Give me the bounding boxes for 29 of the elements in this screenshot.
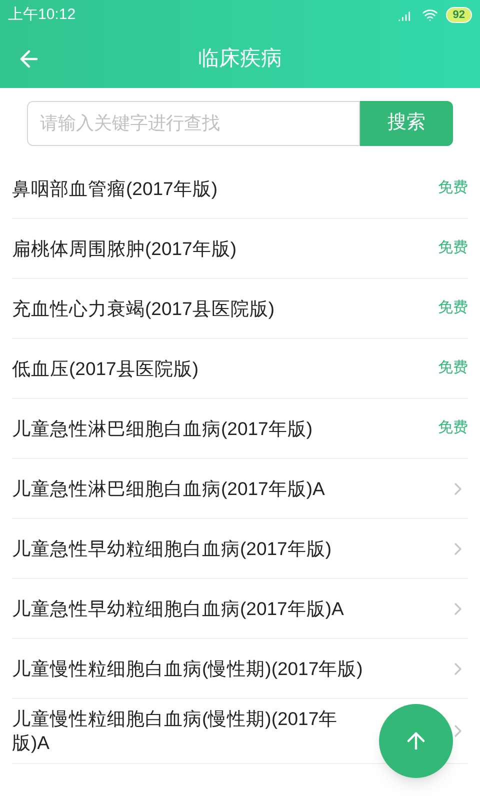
item-title: 儿童急性淋巴细胞白血病(2017年版)A bbox=[12, 476, 325, 500]
item-title: 儿童慢性粒细胞白血病(慢性期)(2017年版) bbox=[12, 656, 363, 680]
free-label: 免费 bbox=[438, 418, 468, 438]
item-title: 扁桃体周围脓肿(2017年版) bbox=[12, 236, 236, 260]
item-title: 低血压(2017县医院版) bbox=[12, 356, 198, 380]
item-title: 鼻咽部血管瘤(2017年版) bbox=[12, 176, 218, 200]
list-item[interactable]: 儿童急性早幼粒细胞白血病(2017年版) bbox=[12, 519, 468, 579]
list-item[interactable]: 儿童慢性粒细胞白血病(慢性期)(2017年版) bbox=[12, 639, 468, 699]
list-item[interactable]: 鼻咽部血管瘤(2017年版) 免费 bbox=[12, 159, 468, 219]
search-field[interactable]: 请输入关键字进行查找 bbox=[27, 101, 360, 146]
free-label: 免费 bbox=[438, 238, 468, 258]
battery-indicator: 92 bbox=[446, 7, 472, 23]
item-title: 儿童急性早幼粒细胞白血病(2017年版)A bbox=[12, 596, 344, 620]
wifi-icon bbox=[422, 7, 438, 23]
free-label: 免费 bbox=[438, 358, 468, 378]
item-title: 儿童慢性粒细胞白血病(慢性期)(2017年版)A bbox=[12, 707, 339, 755]
page-title: 临床疾病 bbox=[198, 46, 282, 72]
status-time: 上午10:12 bbox=[8, 4, 76, 25]
item-title: 充血性心力衰竭(2017县医院版) bbox=[12, 296, 274, 320]
list-item[interactable]: 儿童急性早幼粒细胞白血病(2017年版)A bbox=[12, 579, 468, 639]
list-item[interactable]: 儿童急性淋巴细胞白血病(2017年版)A bbox=[12, 459, 468, 519]
list-item[interactable]: 儿童急性淋巴细胞白血病(2017年版) 免费 bbox=[12, 399, 468, 459]
list-item[interactable]: 低血压(2017县医院版) 免费 bbox=[12, 339, 468, 399]
free-label: 免费 bbox=[438, 178, 468, 198]
list-item[interactable]: 充血性心力衰竭(2017县医院版) 免费 bbox=[12, 279, 468, 339]
item-title: 儿童急性早幼粒细胞白血病(2017年版) bbox=[12, 536, 332, 560]
list-item[interactable]: 扁桃体周围脓肿(2017年版) 免费 bbox=[12, 219, 468, 279]
free-label: 免费 bbox=[438, 298, 468, 318]
item-title: 儿童急性淋巴细胞白血病(2017年版) bbox=[12, 416, 312, 440]
